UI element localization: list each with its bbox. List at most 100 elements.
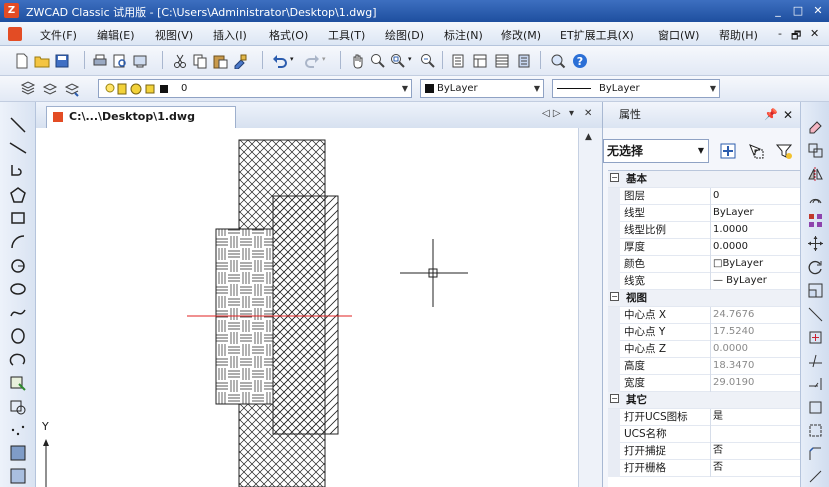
- mirror-icon[interactable]: [807, 165, 824, 182]
- category-general[interactable]: − 基本: [608, 171, 801, 188]
- property-row[interactable]: 宽度 29.0190: [608, 375, 801, 392]
- join-icon[interactable]: [807, 422, 824, 439]
- copy-object-icon[interactable]: [807, 142, 824, 159]
- copy-icon[interactable]: [192, 53, 208, 69]
- document-tab[interactable]: C:\...\Desktop\1.dwg: [46, 106, 236, 128]
- menu-edit[interactable]: 编辑(E): [97, 27, 135, 43]
- document-menu-icon[interactable]: [8, 27, 22, 41]
- offset-icon[interactable]: [807, 189, 824, 206]
- ellipse-arc-icon[interactable]: [9, 351, 27, 369]
- undo-dropdown-icon[interactable]: ▾: [290, 55, 294, 63]
- property-row[interactable]: 中心点 X 24.7676: [608, 307, 801, 324]
- match-properties-icon[interactable]: [232, 53, 248, 69]
- close-button[interactable]: ✕: [809, 3, 827, 19]
- rotate-icon[interactable]: [807, 259, 824, 276]
- polyline-icon[interactable]: [9, 162, 27, 180]
- mdi-minimize-button[interactable]: -: [778, 27, 782, 40]
- scale-icon[interactable]: [807, 282, 824, 299]
- property-row[interactable]: 打开栅格否: [608, 460, 801, 477]
- property-row[interactable]: 高度 18.3470: [608, 358, 801, 375]
- property-row[interactable]: 线型比例 1.0000: [608, 222, 801, 239]
- region-icon[interactable]: [9, 467, 27, 485]
- tab-scroll-arrows[interactable]: ◁ ▷: [542, 108, 561, 119]
- open-folder-icon[interactable]: [34, 53, 50, 69]
- zoom-dropdown-icon[interactable]: ▾: [408, 55, 412, 63]
- pin-icon[interactable]: 📌: [764, 108, 778, 121]
- construction-line-icon[interactable]: [9, 139, 27, 157]
- line-icon[interactable]: [9, 116, 27, 134]
- collapse-toggle-icon[interactable]: −: [610, 394, 619, 403]
- property-row[interactable]: 线型 ByLayer: [608, 205, 801, 222]
- cut-icon[interactable]: [172, 53, 188, 69]
- linetype-combo[interactable]: ByLayer ▼: [552, 79, 720, 98]
- category-view[interactable]: − 视图: [608, 290, 801, 307]
- sheet-set-icon[interactable]: [516, 53, 532, 69]
- chamfer-icon[interactable]: [807, 446, 824, 463]
- point-icon[interactable]: [9, 421, 27, 439]
- menu-format[interactable]: 格式(O): [269, 27, 308, 43]
- property-row[interactable]: 线宽 — ByLayer: [608, 273, 801, 290]
- menu-window[interactable]: 窗口(W): [658, 27, 699, 43]
- collapse-toggle-icon[interactable]: −: [610, 292, 619, 301]
- paste-icon[interactable]: [212, 53, 228, 69]
- layer-previous-icon[interactable]: [42, 81, 58, 97]
- selection-dropdown[interactable]: 无选择 ▼: [603, 139, 709, 163]
- new-file-icon[interactable]: [14, 53, 30, 69]
- menu-dimension[interactable]: 标注(N): [444, 27, 483, 43]
- mdi-restore-button[interactable]: 🗗: [791, 27, 801, 46]
- maximize-button[interactable]: □: [789, 3, 807, 19]
- layer-manager-icon[interactable]: [20, 81, 36, 97]
- layer-combo[interactable]: 0 ▼: [98, 79, 412, 98]
- property-row[interactable]: 打开UCS图标是: [608, 409, 801, 426]
- stretch-icon[interactable]: [807, 306, 824, 323]
- tab-close-button[interactable]: ✕: [584, 108, 592, 119]
- menu-file[interactable]: 文件(F): [40, 27, 77, 43]
- category-misc[interactable]: − 其它: [608, 392, 801, 409]
- collapse-toggle-icon[interactable]: −: [610, 173, 619, 182]
- rectangle-icon[interactable]: [9, 209, 27, 227]
- tab-list-dropdown[interactable]: ▾: [569, 108, 574, 119]
- erase-icon[interactable]: [807, 118, 824, 135]
- minimize-button[interactable]: _: [769, 3, 787, 19]
- break-icon[interactable]: [807, 399, 824, 416]
- close-panel-icon[interactable]: ✕: [783, 108, 793, 122]
- find-icon[interactable]: [550, 53, 566, 69]
- publish-icon[interactable]: [132, 53, 148, 69]
- zoom-previous-icon[interactable]: [420, 53, 436, 69]
- undo-icon[interactable]: [272, 53, 288, 69]
- arc-icon[interactable]: [9, 233, 27, 251]
- redo-icon[interactable]: [304, 53, 320, 69]
- property-row[interactable]: 中心点 Z 0.0000: [608, 341, 801, 358]
- menu-help[interactable]: 帮助(H): [719, 27, 758, 43]
- property-row[interactable]: 颜色 □ByLayer: [608, 256, 801, 273]
- trim-icon[interactable]: [807, 352, 824, 369]
- help-icon[interactable]: ?: [572, 53, 588, 69]
- menu-tools[interactable]: 工具(T): [328, 27, 365, 43]
- toggle-pickadd-icon[interactable]: [719, 142, 737, 160]
- revision-cloud-icon[interactable]: [9, 280, 27, 298]
- menu-draw[interactable]: 绘图(D): [385, 27, 424, 43]
- design-center-icon[interactable]: [472, 53, 488, 69]
- menu-modify[interactable]: 修改(M): [501, 27, 541, 43]
- polygon-icon[interactable]: [9, 186, 27, 204]
- lengthen-icon[interactable]: [807, 329, 824, 346]
- tool-palettes-icon[interactable]: [494, 53, 510, 69]
- scroll-up-icon[interactable]: ▲: [585, 132, 592, 142]
- mdi-close-button[interactable]: ✕: [810, 27, 819, 40]
- array-icon[interactable]: [807, 212, 824, 229]
- ellipse-icon[interactable]: [9, 327, 27, 345]
- hatch-icon[interactable]: [9, 444, 27, 462]
- menu-et-tools[interactable]: ET扩展工具(X): [560, 27, 634, 43]
- make-block-icon[interactable]: [9, 398, 27, 416]
- property-row[interactable]: UCS名称: [608, 426, 801, 443]
- menu-view[interactable]: 视图(V): [155, 27, 193, 43]
- property-row[interactable]: 中心点 Y 17.5240: [608, 324, 801, 341]
- insert-block-icon[interactable]: [9, 374, 27, 392]
- property-row[interactable]: 厚度 0.0000: [608, 239, 801, 256]
- drawing-canvas[interactable]: Y: [36, 128, 578, 487]
- redo-dropdown-icon[interactable]: ▾: [322, 55, 326, 63]
- circle-icon[interactable]: [9, 257, 27, 275]
- save-icon[interactable]: [54, 53, 70, 69]
- spline-icon[interactable]: [9, 304, 27, 322]
- property-row[interactable]: 图层 0: [608, 188, 801, 205]
